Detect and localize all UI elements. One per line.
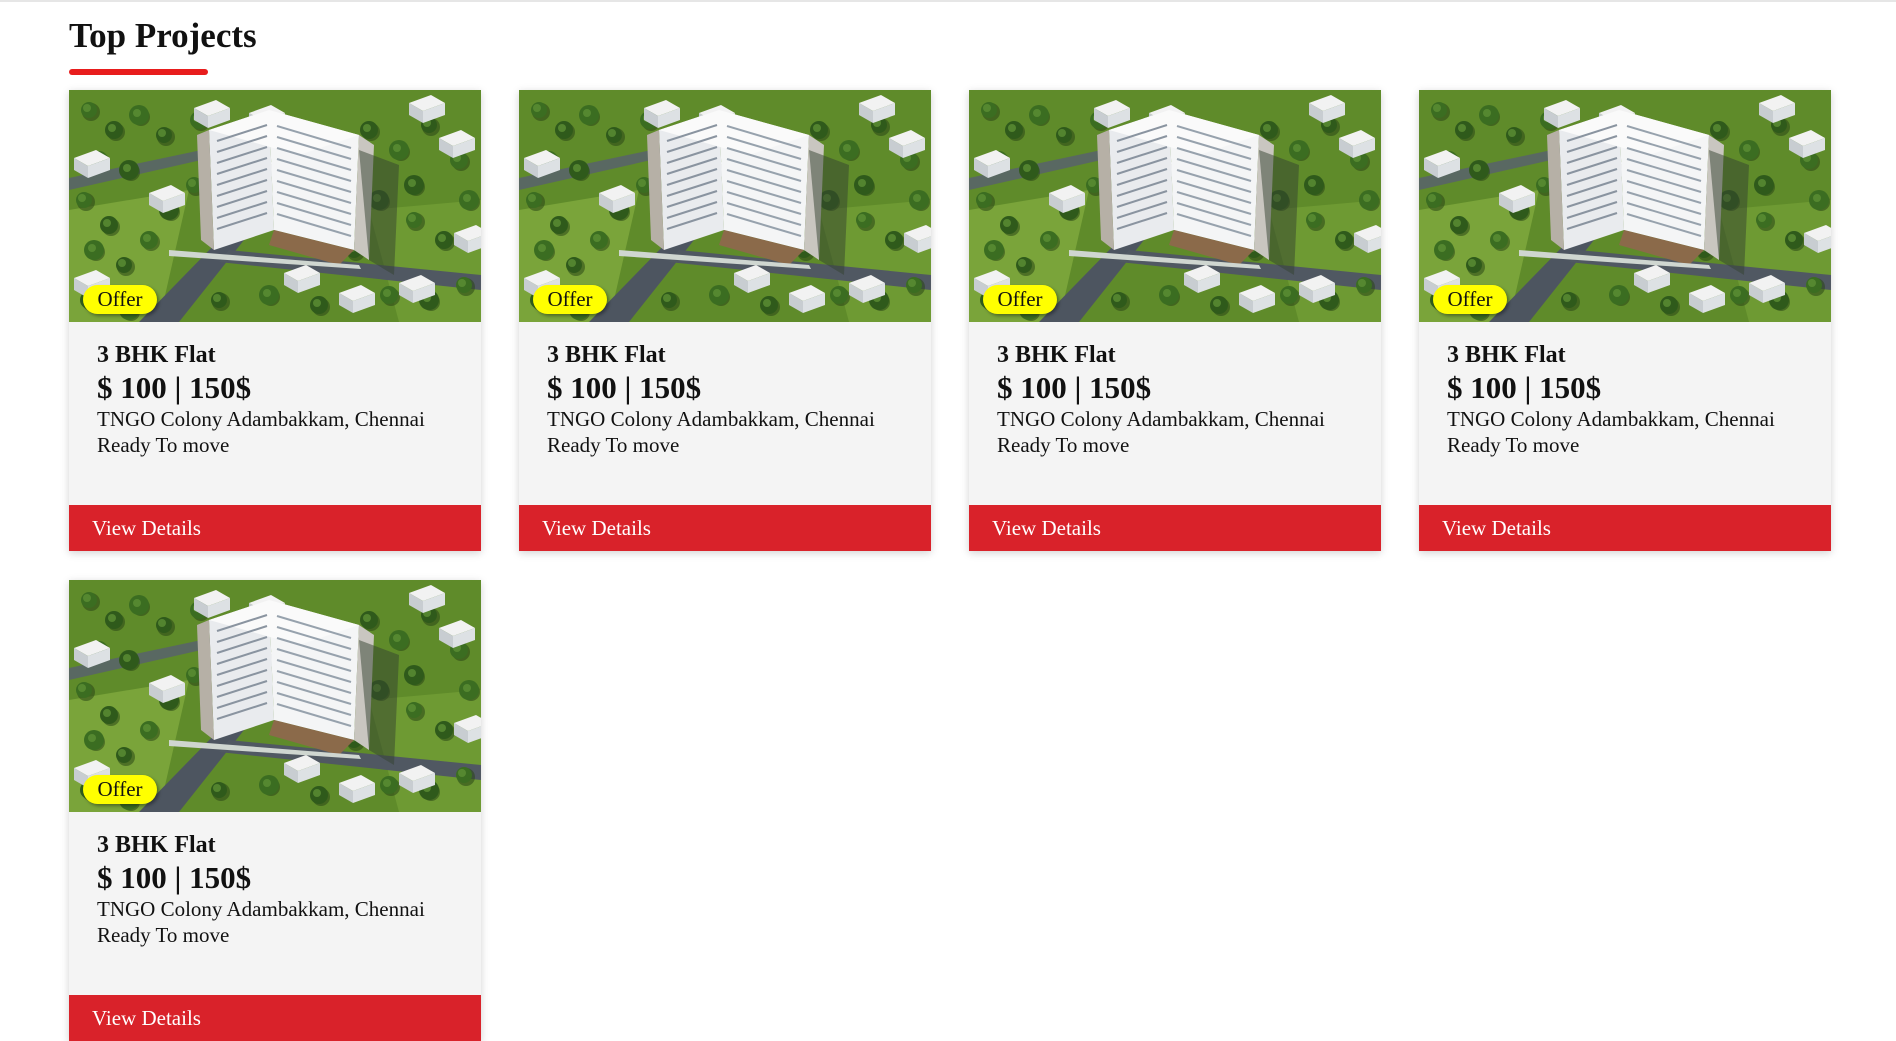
project-title: 3 BHK Flat [1447, 342, 1566, 368]
project-title: 3 BHK Flat [97, 832, 216, 858]
project-card: Offer 3 BHK Flat $ 100 | 150$ TNGO Colon… [1419, 90, 1831, 551]
view-details-button[interactable]: View Details [969, 505, 1381, 551]
card-body: 3 BHK Flat $ 100 | 150$ TNGO Colony Adam… [969, 322, 1381, 509]
project-location: TNGO Colony Adambakkam, Chennai [997, 407, 1325, 431]
offer-badge: Offer [533, 285, 607, 314]
view-details-button[interactable]: View Details [69, 995, 481, 1041]
project-title: 3 BHK Flat [547, 342, 666, 368]
offer-badge: Offer [983, 285, 1057, 314]
project-status: Ready To move [97, 923, 230, 947]
project-title: 3 BHK Flat [997, 342, 1116, 368]
project-title: 3 BHK Flat [97, 342, 216, 368]
card-body: 3 BHK Flat $ 100 | 150$ TNGO Colony Adam… [69, 322, 481, 509]
view-details-button[interactable]: View Details [69, 505, 481, 551]
project-status: Ready To move [547, 433, 680, 457]
project-card: Offer 3 BHK Flat $ 100 | 150$ TNGO Colon… [519, 90, 931, 551]
project-location: TNGO Colony Adambakkam, Chennai [1447, 407, 1775, 431]
project-status: Ready To move [1447, 433, 1580, 457]
card-body: 3 BHK Flat $ 100 | 150$ TNGO Colony Adam… [69, 812, 481, 999]
card-body: 3 BHK Flat $ 100 | 150$ TNGO Colony Adam… [1419, 322, 1831, 509]
project-price: $ 100 | 150$ [997, 370, 1152, 405]
offer-badge: Offer [1433, 285, 1507, 314]
project-card: Offer 3 BHK Flat $ 100 | 150$ TNGO Colon… [69, 580, 481, 1041]
project-location: TNGO Colony Adambakkam, Chennai [97, 407, 425, 431]
section-title: Top Projects [69, 16, 257, 55]
project-card: Offer 3 BHK Flat $ 100 | 150$ TNGO Colon… [69, 90, 481, 551]
project-grid: Offer 3 BHK Flat $ 100 | 150$ TNGO Colon… [69, 90, 1831, 1041]
project-status: Ready To move [997, 433, 1130, 457]
view-details-button[interactable]: View Details [1419, 505, 1831, 551]
section-title-underline [69, 69, 208, 75]
top-divider [0, 0, 1896, 2]
card-body: 3 BHK Flat $ 100 | 150$ TNGO Colony Adam… [519, 322, 931, 509]
project-location: TNGO Colony Adambakkam, Chennai [97, 897, 425, 921]
view-details-button[interactable]: View Details [519, 505, 931, 551]
offer-badge: Offer [83, 285, 157, 314]
project-location: TNGO Colony Adambakkam, Chennai [547, 407, 875, 431]
offer-badge: Offer [83, 775, 157, 804]
project-price: $ 100 | 150$ [97, 860, 252, 895]
project-price: $ 100 | 150$ [1447, 370, 1602, 405]
project-price: $ 100 | 150$ [97, 370, 252, 405]
project-price: $ 100 | 150$ [547, 370, 702, 405]
project-status: Ready To move [97, 433, 230, 457]
project-card: Offer 3 BHK Flat $ 100 | 150$ TNGO Colon… [969, 90, 1381, 551]
